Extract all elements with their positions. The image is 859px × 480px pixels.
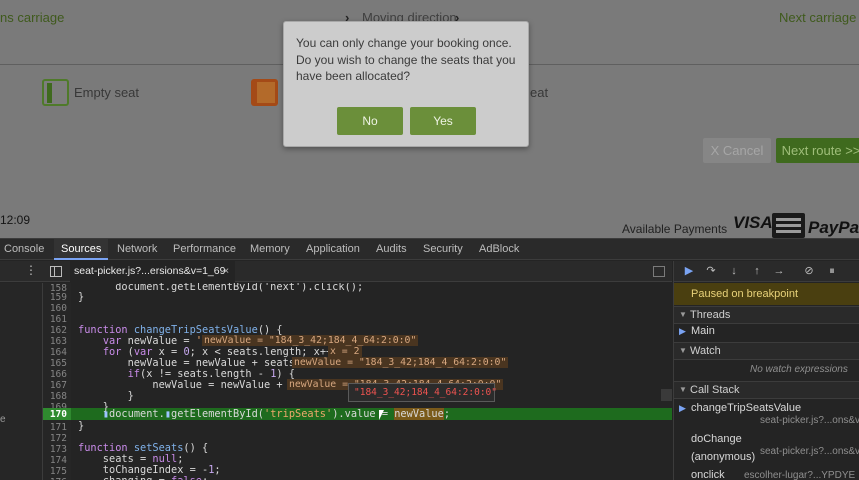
- code-line: }: [78, 420, 85, 432]
- amex-logo: [772, 213, 805, 238]
- tab-audits[interactable]: Audits: [376, 239, 407, 260]
- toggle-debugger-icon[interactable]: [653, 266, 665, 277]
- navigator-pane: e: [0, 283, 43, 480]
- inline-value: x = 2: [328, 346, 362, 357]
- tab-memory[interactable]: Memory: [250, 239, 290, 260]
- call-frame-file[interactable]: escolher-lugar?...YPDYE: [744, 470, 855, 480]
- navigator-fragment: e: [0, 414, 6, 425]
- scrollbar[interactable]: [661, 389, 672, 401]
- value-tooltip: "184_3_42;184_4_64:2:0:0": [348, 383, 497, 402]
- next-route-button[interactable]: Next route >>: [776, 138, 859, 163]
- call-frame-fn[interactable]: onclick: [691, 469, 725, 480]
- toggle-navigator-icon[interactable]: [50, 266, 62, 277]
- debugger-toolbar: ▶ ↷ ↓ ↑ → ⊘ ⏸: [674, 261, 859, 282]
- line-number[interactable]: 165: [43, 358, 67, 369]
- available-payments-label: Available Payments: [622, 222, 728, 236]
- line-number-gutter[interactable]: 158 159 160 161 162 163 164 165 166 167 …: [43, 283, 71, 480]
- step-out-icon[interactable]: ↑: [750, 264, 764, 278]
- current-thread-icon: ▶: [679, 326, 686, 336]
- more-vert-icon[interactable]: ⋮: [25, 263, 37, 277]
- clock: 12:09: [0, 213, 31, 227]
- inline-value: newValue = "184_3_42;184_4_64:2:0:0": [292, 357, 509, 368]
- file-tab[interactable]: seat-picker.js?...ersions&v=1_69 ×: [70, 261, 235, 282]
- screen: ns carriage › Moving direction › Next ca…: [0, 0, 859, 480]
- tab-network[interactable]: Network: [117, 239, 157, 260]
- code-line: changing = false;: [78, 475, 208, 480]
- call-frame-fn[interactable]: doChange: [691, 433, 742, 445]
- code-editor[interactable]: document.getElementById('next').click();…: [71, 283, 672, 480]
- empty-seat-legend: Empty seat: [74, 85, 140, 100]
- call-frame-fn[interactable]: (anonymous): [691, 451, 755, 463]
- thread-main[interactable]: Main: [691, 325, 715, 337]
- line-number[interactable]: 166: [43, 369, 67, 380]
- code-line: }: [78, 291, 85, 303]
- call-frame-file[interactable]: seat-picker.js?...ons&v: [760, 415, 859, 426]
- line-number[interactable]: 168: [43, 391, 67, 402]
- file-tab-label: seat-picker.js?...ersions&v=1_69: [74, 265, 226, 277]
- devtools-panel: Console Sources Network Performance Memo…: [0, 238, 859, 480]
- line-number[interactable]: 173: [43, 444, 67, 455]
- editor-tab-bar: ⋮ seat-picker.js?...ersions&v=1_69 ×: [0, 261, 672, 282]
- dialog-message: You can only change your booking once. D…: [296, 36, 516, 83]
- code-line-current: ▮document.▮getElementById('tripSeats').v…: [102, 408, 451, 420]
- resume-icon[interactable]: ▶: [682, 264, 696, 278]
- line-number[interactable]: 160: [43, 303, 67, 314]
- threads-section[interactable]: ▼ Threads: [674, 306, 859, 324]
- deactivate-breakpoints-icon[interactable]: ⊘: [802, 264, 816, 278]
- watch-section[interactable]: ▼ Watch: [674, 342, 859, 360]
- line-number[interactable]: 162: [43, 325, 67, 336]
- line-number[interactable]: 171: [43, 422, 67, 433]
- pause-on-exceptions-icon[interactable]: ⏸: [825, 264, 839, 278]
- tab-performance[interactable]: Performance: [173, 239, 236, 260]
- yes-button[interactable]: Yes: [410, 107, 476, 135]
- tab-console[interactable]: Console: [4, 239, 44, 260]
- line-number[interactable]: 175: [43, 466, 67, 477]
- line-number[interactable]: 159: [43, 292, 67, 303]
- inline-value: newValue = "184_3_42;184_4_64:2:0:0": [202, 335, 419, 346]
- tab-security[interactable]: Security: [423, 239, 463, 260]
- call-frame-file[interactable]: seat-picker.js?...ons&v: [760, 446, 859, 457]
- step-into-icon[interactable]: ↓: [727, 264, 741, 278]
- no-watch-message: No watch expressions: [750, 364, 848, 375]
- visa-logo: VISA: [733, 213, 773, 232]
- step-over-icon[interactable]: ↷: [704, 264, 718, 278]
- line-number[interactable]: 164: [43, 347, 67, 358]
- threads-heading: Threads: [690, 309, 731, 321]
- line-number[interactable]: 172: [43, 433, 67, 444]
- line-number[interactable]: 163: [43, 336, 67, 347]
- expand-triangle-icon: ▼: [679, 385, 687, 394]
- tab-application[interactable]: Application: [306, 239, 360, 260]
- mouse-cursor-icon: [379, 410, 389, 420]
- call-stack-section[interactable]: ▼ Call Stack: [674, 381, 859, 399]
- close-tab-icon[interactable]: ×: [223, 261, 229, 282]
- current-frame-icon: ▶: [679, 403, 686, 413]
- debugger-sidebar: ▶ ↷ ↓ ↑ → ⊘ ⏸ Paused on breakpoint ▼ Thr…: [673, 261, 859, 480]
- code-line: document.getElementById('next').click();: [78, 283, 364, 293]
- line-number[interactable]: 161: [43, 314, 67, 325]
- watch-heading: Watch: [690, 345, 721, 357]
- paused-banner: Paused on breakpoint: [674, 283, 859, 305]
- devtools-tab-bar: Console Sources Network Performance Memo…: [0, 239, 859, 260]
- breakpoint-marker[interactable]: 170: [43, 408, 71, 420]
- cancel-button[interactable]: X Cancel: [703, 138, 771, 163]
- call-stack-heading: Call Stack: [690, 384, 740, 396]
- paypal-logo: PayPa: [808, 218, 859, 237]
- next-carriage-link[interactable]: Next carriage: [779, 10, 856, 25]
- tab-adblock[interactable]: AdBlock: [479, 239, 519, 260]
- selected-seat-legend: eat: [530, 85, 549, 100]
- tab-sources[interactable]: Sources: [54, 239, 109, 260]
- line-number[interactable]: 167: [43, 380, 67, 391]
- expand-triangle-icon: ▼: [679, 310, 687, 319]
- partial-seat-swatch: [251, 79, 278, 106]
- step-icon[interactable]: →: [772, 264, 786, 278]
- no-button[interactable]: No: [337, 107, 403, 135]
- line-number[interactable]: 174: [43, 455, 67, 466]
- current-line-number[interactable]: 170: [43, 409, 67, 420]
- call-frame-fn[interactable]: changeTripSeatsValue: [691, 402, 801, 414]
- expand-triangle-icon: ▼: [679, 346, 687, 355]
- change-booking-dialog: You can only change your booking once. D…: [283, 21, 529, 147]
- prev-carriage-link[interactable]: ns carriage: [0, 10, 64, 25]
- empty-seat-swatch: [42, 79, 69, 106]
